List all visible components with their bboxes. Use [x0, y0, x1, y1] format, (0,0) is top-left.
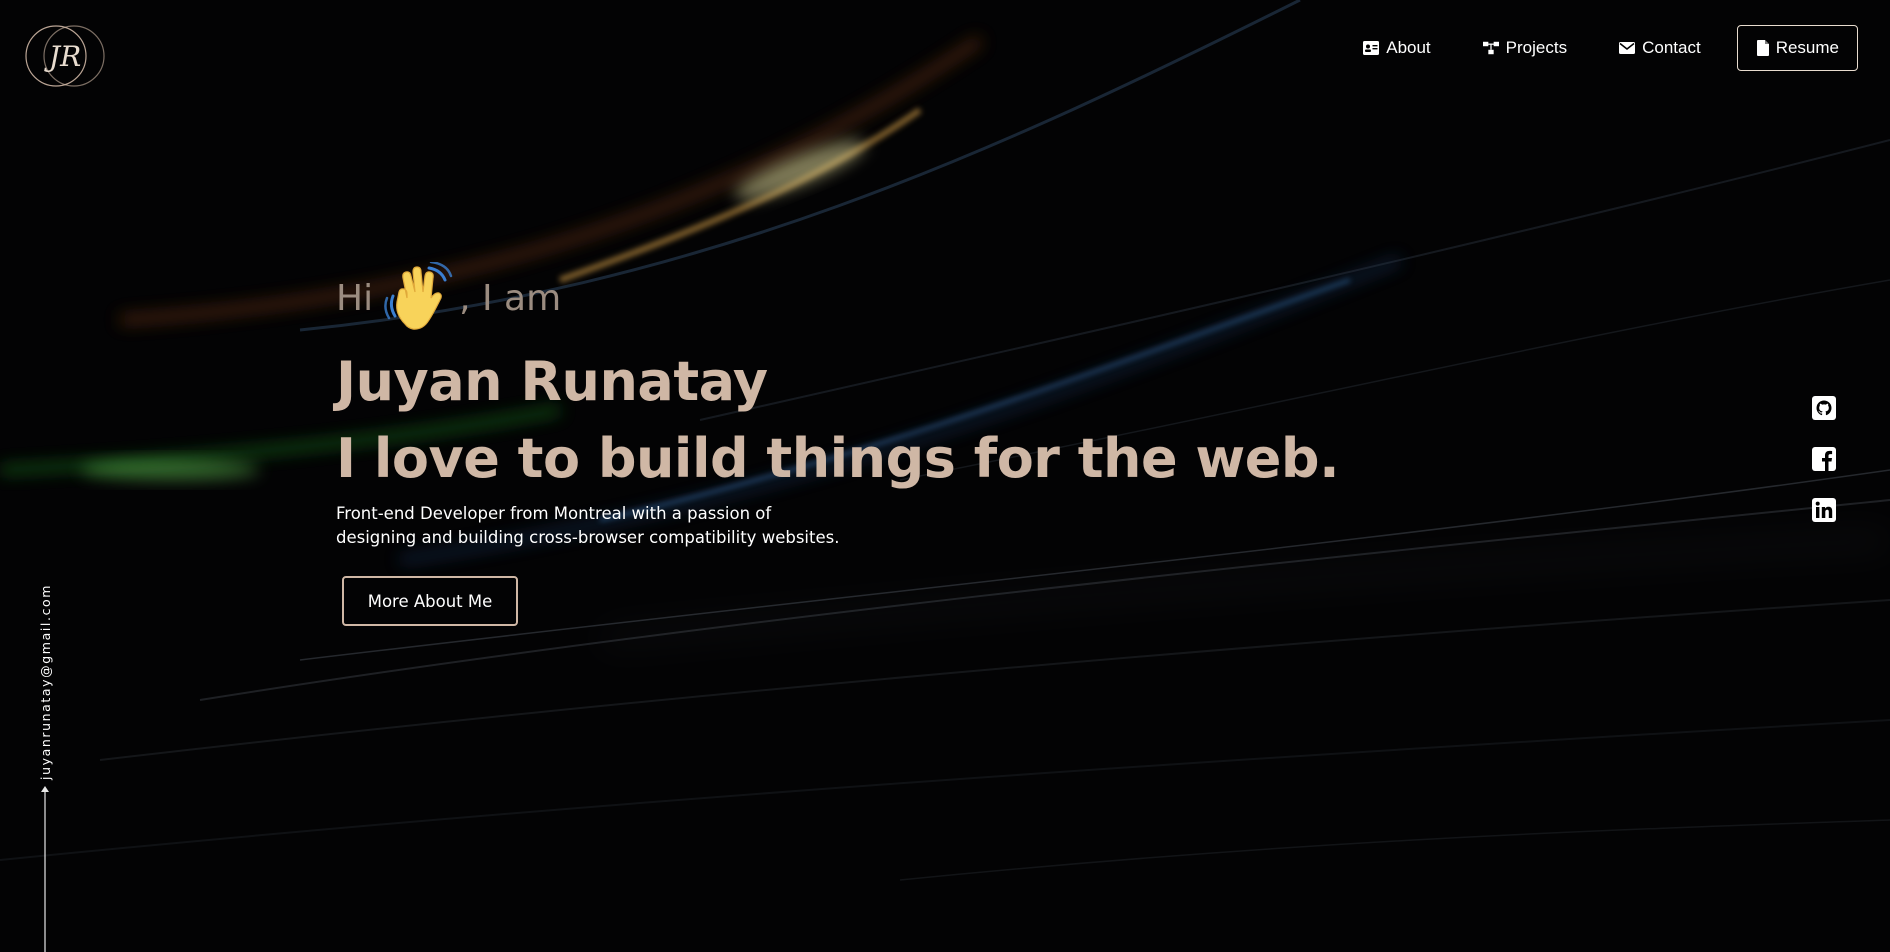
id-card-icon — [1363, 41, 1380, 55]
logo-text: JR — [44, 40, 81, 73]
social-links — [1812, 396, 1836, 522]
hero-name: Juyan Runatay — [336, 350, 768, 413]
nav-projects[interactable]: Projects — [1482, 38, 1568, 58]
email-link[interactable]: juyanrunatay@gmail.com — [38, 584, 53, 780]
more-about-me-button[interactable]: More About Me — [342, 576, 518, 626]
hero-section: Hi , I am Juyan Runatay I love to build … — [336, 262, 1340, 626]
facebook-icon — [1812, 447, 1836, 471]
logo-monogram-icon: JR — [25, 25, 105, 87]
arrow-up-icon — [41, 786, 49, 792]
file-icon — [1756, 40, 1769, 56]
hero-tagline: I love to build things for the web. — [336, 427, 1340, 490]
sitemap-icon — [1482, 41, 1499, 55]
nav-contact-label: Contact — [1642, 38, 1701, 57]
greeting-pre: Hi — [336, 277, 374, 319]
logo[interactable]: JR — [24, 18, 106, 94]
nav-projects-label: Projects — [1505, 38, 1568, 57]
hero-description-line-1: Front-end Developer from Montreal with a… — [336, 504, 772, 523]
waving-hand-icon — [384, 262, 453, 330]
greeting: Hi , I am — [336, 262, 1339, 334]
top-nav: About Projects Contact Resume — [1311, 24, 1858, 72]
envelope-icon — [1619, 42, 1636, 54]
facebook-link[interactable] — [1812, 447, 1836, 471]
hero-description-line-2: designing and building cross-browser com… — [336, 528, 840, 547]
greeting-post: , I am — [459, 277, 562, 319]
resume-label: Resume — [1775, 38, 1839, 57]
nav-about-label: About — [1386, 38, 1431, 57]
nav-about[interactable]: About — [1363, 38, 1431, 58]
github-icon — [1812, 396, 1836, 420]
linkedin-icon — [1812, 498, 1836, 522]
vertical-divider-line — [44, 790, 46, 952]
linkedin-link[interactable] — [1812, 498, 1836, 522]
nav-contact[interactable]: Contact — [1619, 38, 1701, 58]
github-link[interactable] — [1812, 396, 1836, 420]
resume-button[interactable]: Resume — [1736, 25, 1858, 71]
hero-description: Front-end Developer from Montreal with a… — [336, 502, 856, 550]
